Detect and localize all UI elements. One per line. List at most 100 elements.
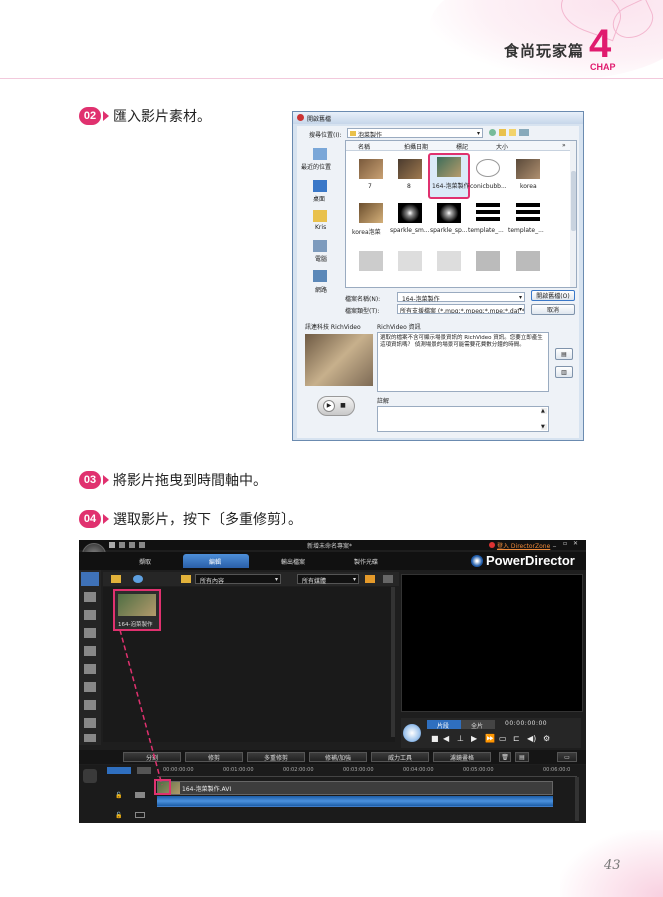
open-button[interactable]: 開啟舊檔(O) xyxy=(531,290,575,301)
library-scrollbar[interactable] xyxy=(391,587,395,737)
tab-produce[interactable]: 輸出檔案 xyxy=(281,557,305,566)
tab-disc[interactable]: 製作光碟 xyxy=(354,557,378,566)
place-label[interactable]: 最近的位置 xyxy=(301,162,331,171)
track-lock-icon[interactable]: 🔓 xyxy=(115,812,122,819)
file-label[interactable]: template_... xyxy=(508,227,544,234)
recent-places-icon[interactable] xyxy=(313,148,327,160)
storyboard-toggle[interactable] xyxy=(137,767,151,774)
filetype-select[interactable]: 所有支援檔案 (*.mpg;*.mpeg;*.mpe;*.dat;*.a ▾ xyxy=(397,304,525,314)
close-icon[interactable]: ✕ xyxy=(573,540,578,547)
video-thumbnail[interactable] xyxy=(516,159,540,179)
import-icon[interactable] xyxy=(111,575,121,583)
folder-icon[interactable] xyxy=(139,542,145,548)
split-button[interactable]: 分割 xyxy=(123,752,181,762)
desktop-icon[interactable] xyxy=(313,180,327,192)
more-columns-icon[interactable]: » xyxy=(562,142,566,149)
tab-edit-active[interactable]: 編輯 xyxy=(183,554,249,568)
place-label[interactable]: 桌面 xyxy=(313,194,325,203)
file-thumbnail[interactable] xyxy=(516,251,540,271)
play-button[interactable] xyxy=(403,724,421,742)
template-thumbnail[interactable] xyxy=(516,203,540,223)
file-label[interactable]: conicbubb... xyxy=(470,183,507,190)
movie-mode-toggle[interactable]: 全片 xyxy=(461,720,495,730)
audio-room-icon[interactable] xyxy=(84,682,96,692)
scroll-up-icon[interactable]: ▲ xyxy=(541,408,547,414)
column-name[interactable]: 名稱 xyxy=(358,142,370,151)
timeline-scrollbar[interactable] xyxy=(575,777,579,821)
clip-thumbnail[interactable] xyxy=(118,594,156,616)
column-size[interactable]: 大小 xyxy=(496,142,508,151)
subtitle-room-icon[interactable] xyxy=(84,734,96,742)
login-link[interactable]: 登入 DirectorZone xyxy=(497,541,550,550)
comment-textarea[interactable]: ▲ ▼ xyxy=(377,406,549,432)
file-label[interactable]: korea xyxy=(520,183,537,190)
split-icon[interactable]: ⊥ xyxy=(457,734,464,743)
look-in-select[interactable]: 泡菜製作 ▾ xyxy=(347,128,483,139)
trim-button[interactable]: 修剪 xyxy=(185,752,243,762)
audio-waveform[interactable] xyxy=(157,796,553,806)
undo-icon[interactable] xyxy=(119,542,125,548)
tab-edit[interactable]: 編輯 xyxy=(209,557,221,566)
track-lock-icon[interactable]: 🔓 xyxy=(115,792,122,799)
effect-room-icon[interactable] xyxy=(84,592,96,602)
sparkle-thumbnail[interactable] xyxy=(437,203,461,223)
file-label[interactable]: 8 xyxy=(407,183,411,190)
transition-room-icon[interactable] xyxy=(84,664,96,674)
sort-icon[interactable] xyxy=(383,575,393,583)
file-label[interactable]: sparkle_sm... xyxy=(390,227,430,234)
file-label[interactable]: sparkle_sp... xyxy=(430,227,468,234)
play-icon[interactable]: ▶ xyxy=(323,400,335,412)
up-folder-icon[interactable] xyxy=(499,129,506,136)
minimize-icon[interactable]: _ xyxy=(553,540,556,547)
timeline-ruler[interactable]: 00:00:00:00 00:01:00:00 00:02:00:00 00:0… xyxy=(157,766,577,777)
scrollbar[interactable] xyxy=(570,141,576,287)
video-thumbnail[interactable] xyxy=(398,159,422,179)
multi-trim-button[interactable]: 多重修剪 xyxy=(247,752,305,762)
title-room-icon[interactable] xyxy=(84,646,96,656)
file-label[interactable]: 7 xyxy=(368,183,372,190)
fix-enhance-button[interactable]: 修補/加強 xyxy=(309,752,367,762)
scene-settings-button[interactable]: ▥ xyxy=(555,366,573,378)
network-icon[interactable] xyxy=(313,270,327,282)
save-icon[interactable] xyxy=(109,542,115,548)
new-folder-icon[interactable] xyxy=(509,129,516,136)
sparkle-thumbnail[interactable] xyxy=(398,203,422,223)
view-mode-icon[interactable] xyxy=(365,575,375,583)
computer-icon[interactable] xyxy=(313,240,327,252)
delete-icon[interactable]: 🗑 xyxy=(499,752,511,762)
hand-tool-icon[interactable] xyxy=(85,793,97,805)
volume-icon[interactable]: ◀) xyxy=(527,734,536,743)
file-label[interactable]: korea泡菜 xyxy=(352,227,381,236)
column-tags[interactable]: 標記 xyxy=(456,142,468,151)
bubble-thumbnail[interactable] xyxy=(476,159,500,177)
back-icon[interactable] xyxy=(489,129,496,136)
video-thumbnail[interactable] xyxy=(359,159,383,179)
redo-icon[interactable] xyxy=(129,542,135,548)
library-clip-selected[interactable]: 164-泡菜製作 xyxy=(113,589,161,631)
place-label[interactable]: 網路 xyxy=(315,285,327,294)
scrollbar-thumb[interactable] xyxy=(571,171,576,231)
timeline-mode-icon[interactable] xyxy=(83,769,97,783)
file-label[interactable]: template_... xyxy=(468,227,504,234)
filename-input[interactable]: 164-泡菜製作 ▾ xyxy=(397,292,525,303)
stop-icon[interactable]: ■ xyxy=(339,402,347,410)
file-thumbnail[interactable] xyxy=(437,251,461,271)
user-folder-icon[interactable] xyxy=(313,210,327,222)
next-frame-icon[interactable]: ▶ xyxy=(471,734,477,743)
settings-icon[interactable]: ⚙ xyxy=(543,734,550,743)
fast-forward-icon[interactable]: ⏩ xyxy=(485,734,495,743)
video-thumbnail[interactable] xyxy=(437,157,461,177)
timeline-view-toggle[interactable] xyxy=(107,767,131,774)
previous-frame-icon[interactable]: ◀ xyxy=(443,734,449,743)
file-label[interactable]: 164-泡菜製作 xyxy=(432,181,470,190)
scene-detect-button[interactable]: ▤ xyxy=(555,348,573,360)
restore-icon[interactable]: ▫ xyxy=(563,540,567,547)
view-menu-icon[interactable] xyxy=(519,129,529,136)
content-filter-select[interactable]: 所有內容 ▾ xyxy=(195,574,281,585)
video-clip[interactable]: 164-泡菜製作.AVI xyxy=(157,781,553,795)
clip-mode-toggle[interactable]: 片段 xyxy=(427,720,461,730)
file-thumbnail[interactable] xyxy=(476,251,500,271)
voice-room-icon[interactable] xyxy=(84,700,96,710)
media-room-icon[interactable] xyxy=(81,572,99,586)
pip-room-icon[interactable] xyxy=(84,610,96,620)
